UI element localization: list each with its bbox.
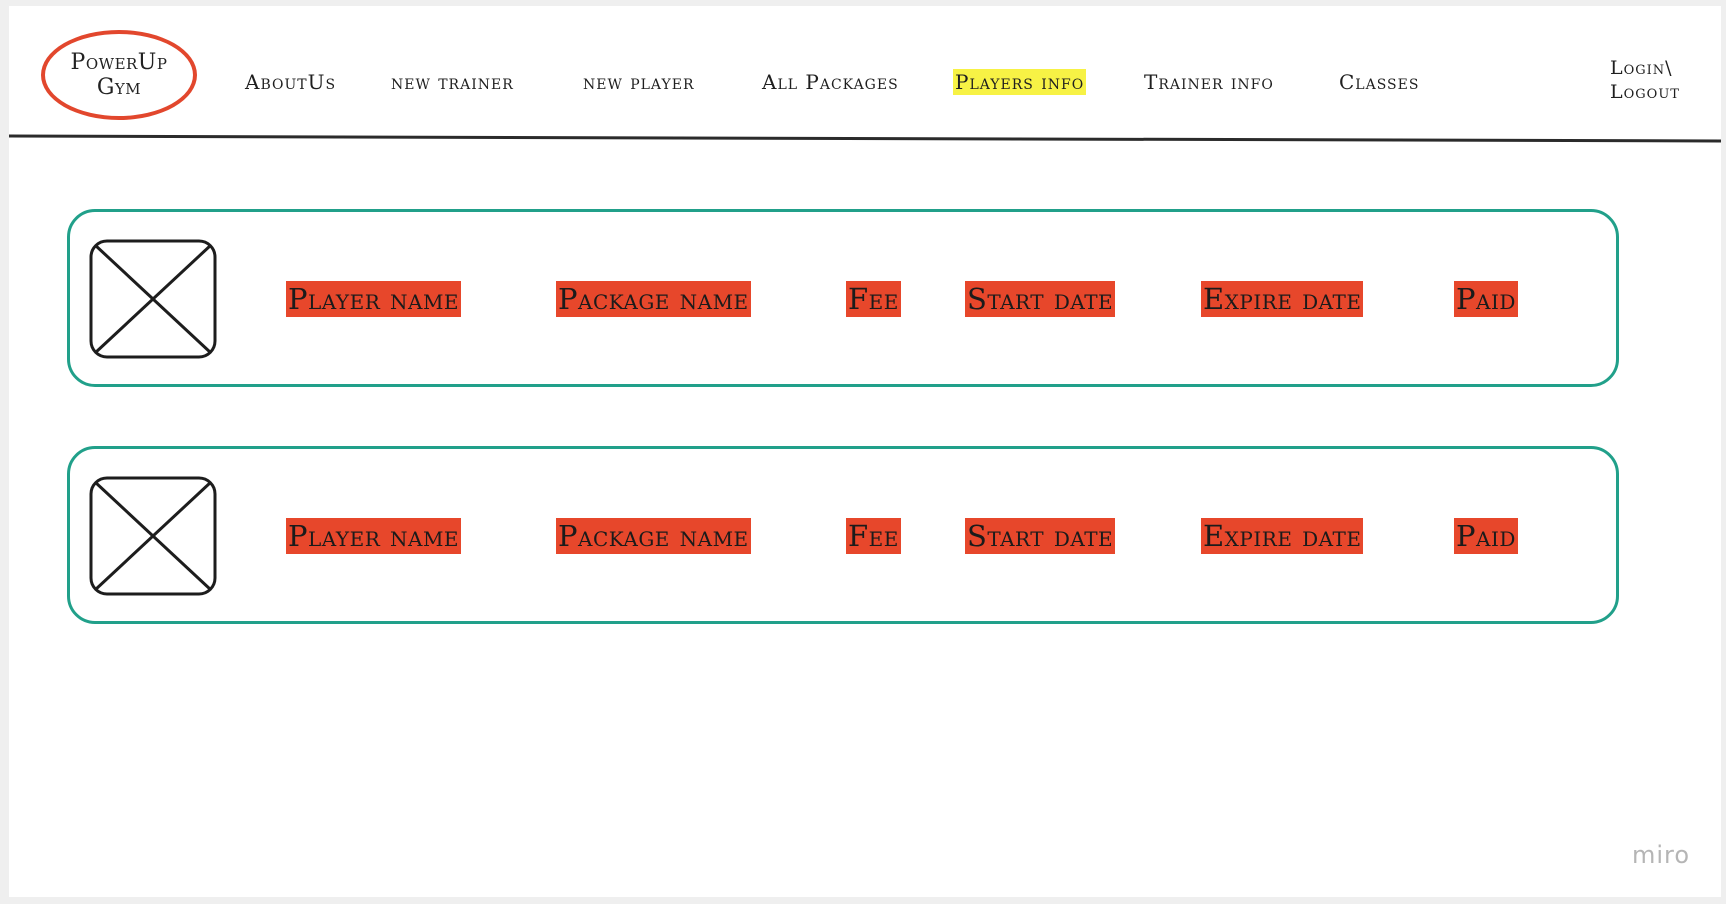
nav-item-classes[interactable]: Classes bbox=[1337, 69, 1421, 95]
start-date-field: Start date bbox=[965, 281, 1116, 317]
logout-label: Logout bbox=[1610, 81, 1680, 103]
start-date-field: Start date bbox=[965, 518, 1116, 554]
fee-field: Fee bbox=[846, 518, 901, 554]
player-card[interactable]: Player name Package name Fee Start date … bbox=[67, 209, 1619, 387]
nav-item-all-packages[interactable]: All Packages bbox=[760, 69, 901, 95]
expire-date-field: Expire date bbox=[1201, 281, 1364, 317]
paid-field: Paid bbox=[1454, 281, 1518, 317]
player-name-field: Player name bbox=[286, 518, 462, 554]
player-card[interactable]: Player name Package name Fee Start date … bbox=[67, 446, 1619, 624]
login-logout-link[interactable]: Login\ Logout bbox=[1610, 56, 1680, 104]
package-name-field: Package name bbox=[556, 518, 751, 554]
player-name-field: Player name bbox=[286, 281, 462, 317]
login-label: Login\ bbox=[1610, 57, 1673, 79]
wireframe-canvas: PowerUp Gym AboutUs new trainer new play… bbox=[9, 6, 1721, 897]
nav-item-players-info[interactable]: Players info bbox=[953, 69, 1087, 95]
nav-item-trainer-info[interactable]: Trainer info bbox=[1142, 69, 1276, 95]
image-placeholder-icon bbox=[89, 476, 217, 596]
main-nav: AboutUs new trainer new player All Packa… bbox=[9, 69, 1721, 99]
paid-field: Paid bbox=[1454, 518, 1518, 554]
expire-date-field: Expire date bbox=[1201, 518, 1364, 554]
miro-watermark: miro bbox=[1632, 841, 1691, 869]
nav-item-new-trainer[interactable]: new trainer bbox=[389, 69, 516, 95]
nav-item-about-us[interactable]: AboutUs bbox=[243, 69, 338, 95]
image-placeholder-icon bbox=[89, 239, 217, 359]
header-divider bbox=[9, 134, 1721, 143]
nav-item-new-player[interactable]: new player bbox=[581, 69, 696, 95]
fee-field: Fee bbox=[846, 281, 901, 317]
package-name-field: Package name bbox=[556, 281, 751, 317]
